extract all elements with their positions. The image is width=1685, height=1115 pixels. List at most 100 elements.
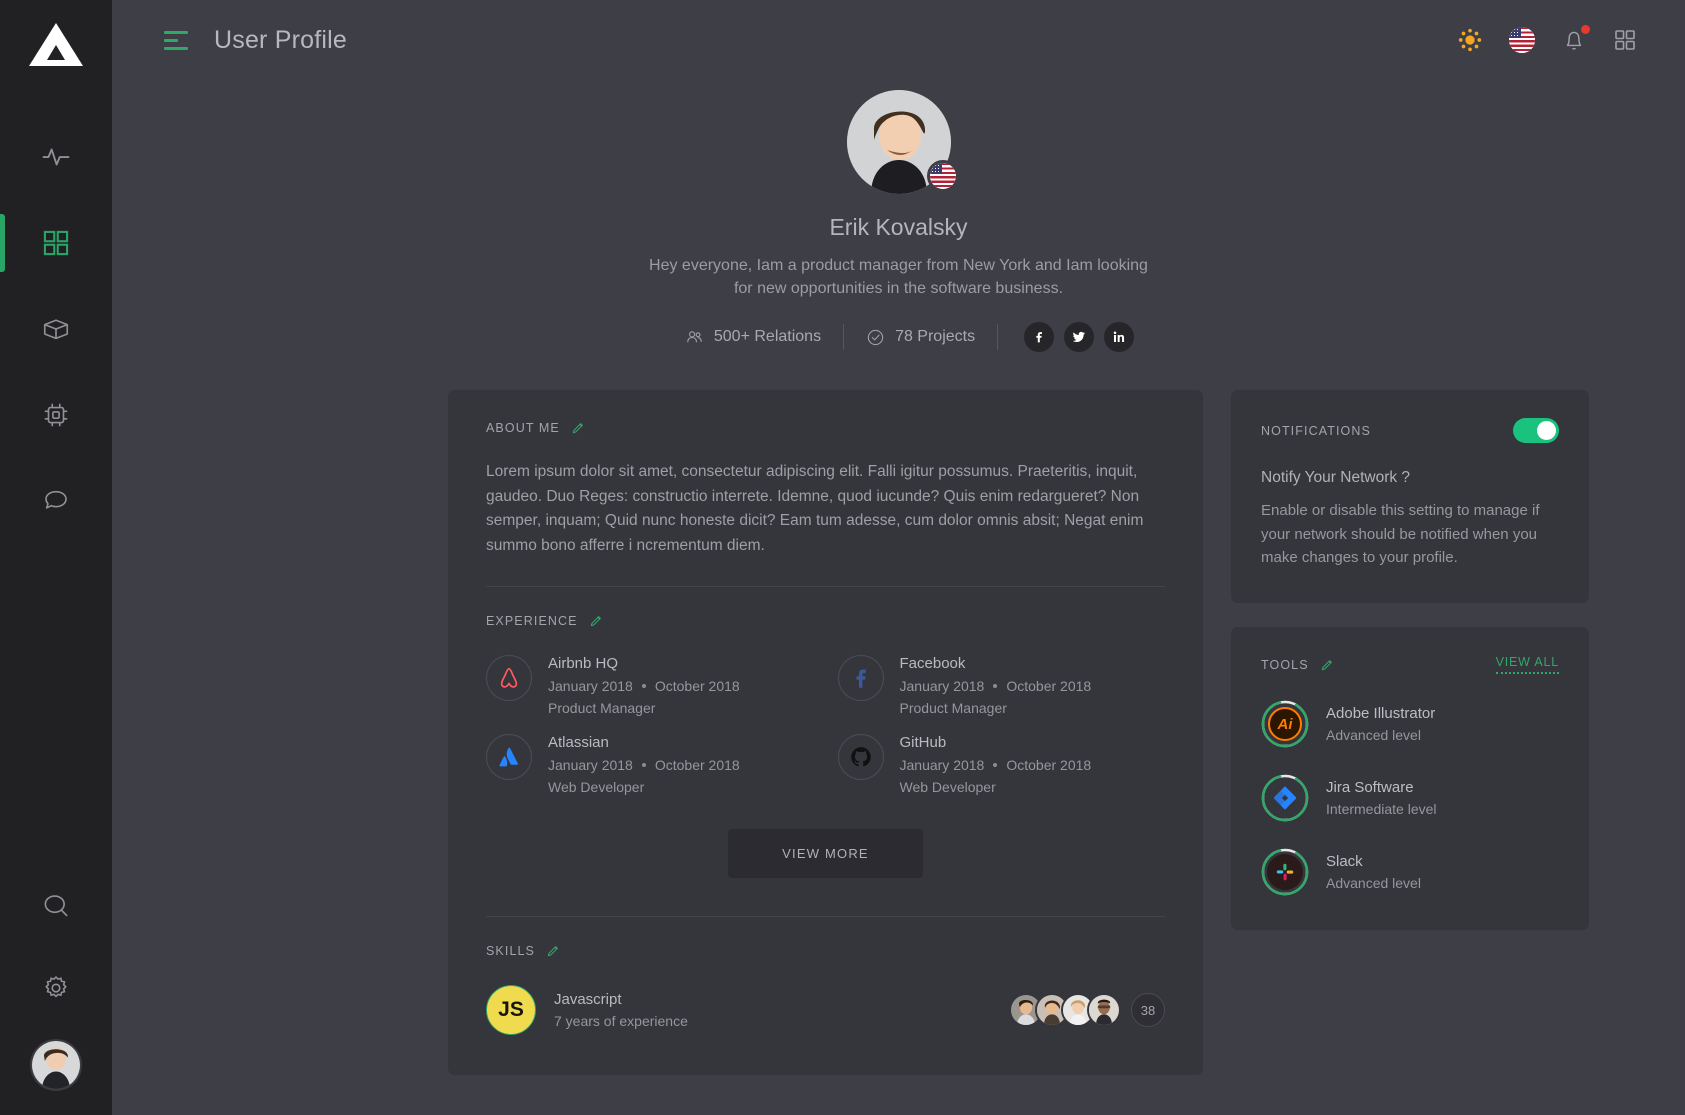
experience-end: October 2018 [654,757,740,774]
about-me-title: ABOUT ME [486,421,560,436]
sidebar-user-avatar[interactable] [30,1039,82,1091]
stat-projects-label: 78 Projects [895,328,976,346]
hamburger-icon[interactable] [164,30,188,50]
experience-item[interactable]: Airbnb HQ January 2018 October 2018 Prod… [486,655,814,716]
tool-item[interactable]: Jira Software Intermediate level [1261,774,1559,822]
tool-name: Adobe Illustrator [1326,705,1436,723]
experience-start: January 2018 [548,757,633,774]
tool-name: Slack [1326,853,1363,871]
notifications-toggle[interactable] [1513,418,1559,444]
twitter-icon[interactable] [1064,322,1095,353]
experience-role: Product Manager [899,700,1007,717]
pencil-icon[interactable] [588,613,604,629]
experience-item[interactable]: GitHub January 2018 October 2018 Web Dev… [837,734,1166,795]
endorser-count-badge[interactable]: 38 [1131,993,1165,1028]
skills-title: SKILLS [486,944,535,959]
about-me-text: Lorem ipsum dolor sit amet, consectetur … [486,463,1144,554]
experience-role: Web Developer [548,779,645,796]
tool-item[interactable]: Slack Advanced level [1261,848,1559,896]
gear-icon [45,976,67,998]
triangle-logo[interactable] [27,20,85,70]
notifications-bell-icon[interactable] [1561,25,1590,53]
profile-header: Erik Kovalsky Hey everyone, Iam a produc… [112,80,1685,353]
linkedin-icon[interactable] [1104,322,1135,353]
box-icon [43,319,69,340]
tools-title: TOOLS [1261,657,1309,672]
experience-end: October 2018 [1006,678,1092,695]
tool-progress-ring [1261,848,1309,896]
view-more-button[interactable]: VIEW MORE [728,829,923,879]
profile-details-card: ABOUT ME Lorem ipsum dolor sit amet, con… [448,390,1203,1076]
tool-progress-ring [1261,774,1309,822]
main-content: User Profile Erik Kovalsky Hey everyone,… [112,0,1685,1115]
tool-name: Jira Software [1326,779,1414,797]
topbar-left: User Profile [164,26,347,55]
chat-icon [45,490,67,509]
skills-header: SKILLS [486,943,1165,959]
check-circle-icon [867,329,884,346]
stat-relations[interactable]: 500+ Relations [663,328,843,347]
sidebar-item-packages[interactable] [0,286,112,372]
tools-card: TOOLS VIEW ALL Ai Adobe Illustrator Adva… [1231,627,1589,931]
experience-dates: January 2018 October 2018 [548,757,740,773]
github-logo [837,734,884,781]
sidebar [0,0,112,1115]
notifications-card: NOTIFICATIONS Notify Your Network ? Enab… [1231,390,1589,604]
brightness-icon[interactable] [1457,27,1483,53]
sidebar-item-search[interactable] [0,865,112,947]
stat-projects[interactable]: 78 Projects [844,328,997,347]
profile-stats: 500+ Relations 78 Projects [112,322,1685,353]
topbar: User Profile [112,0,1685,80]
experience-start: January 2018 [899,678,985,695]
javascript-icon: JS [486,985,536,1036]
language-flag-icon[interactable] [1509,27,1535,53]
pencil-icon[interactable] [545,943,561,959]
notifications-description: Enable or disable this setting to manage… [1261,502,1540,566]
endorser-avatar[interactable] [1087,993,1121,1028]
profile-name: Erik Kovalsky [829,214,968,240]
pencil-icon[interactable] [1319,657,1335,673]
app-root: User Profile Erik Kovalsky Hey everyone,… [0,0,1685,1115]
skill-item: JS Javascript 7 years of experience 38 [486,985,1165,1036]
skill-experience: 7 years of experience [554,1013,688,1030]
sidebar-item-dashboard[interactable] [0,200,112,286]
tool-level: Advanced level [1326,875,1421,892]
sidebar-item-settings[interactable] [0,947,112,1029]
sidebar-item-activity[interactable] [0,114,112,200]
date-separator-dot [641,684,646,689]
experience-list: Airbnb HQ January 2018 October 2018 Prod… [486,655,1165,795]
experience-company: Atlassian [548,734,609,752]
facebook-icon[interactable] [1024,322,1055,353]
people-icon [687,331,702,343]
toggle-knob [1537,421,1556,441]
date-separator-dot [993,684,998,689]
experience-end: October 2018 [654,678,740,695]
experience-company: Facebook [899,655,966,673]
grid-icon [43,230,69,256]
experience-company: Airbnb HQ [548,655,619,673]
date-separator-dot [641,763,646,768]
date-separator-dot [993,763,998,768]
view-all-link[interactable]: VIEW ALL [1495,655,1559,675]
sidebar-item-devices[interactable] [0,372,112,458]
sidebar-item-messages[interactable] [0,458,112,544]
notifications-question: Notify Your Network ? [1261,469,1411,487]
tool-item[interactable]: Ai Adobe Illustrator Advanced level [1261,700,1559,748]
skill-info: JS Javascript 7 years of experience [486,985,688,1036]
chip-icon [44,403,68,427]
tool-progress-ring: Ai [1261,700,1309,748]
experience-start: January 2018 [899,757,985,774]
facebook-logo [837,655,884,702]
experience-item[interactable]: Facebook January 2018 October 2018 Produ… [837,655,1166,717]
apps-grid-icon[interactable] [1613,28,1637,52]
pencil-icon[interactable] [570,420,586,436]
view-more-wrap: VIEW MORE [486,829,1165,879]
experience-item[interactable]: Atlassian January 2018 October 2018 Web … [486,734,814,795]
skill-name: Javascript [554,991,622,1009]
sidebar-bottom [0,865,112,1115]
experience-dates: January 2018 October 2018 [900,757,1092,773]
experience-title: EXPERIENCE [486,614,578,629]
stat-relations-label: 500+ Relations [713,328,822,346]
about-me-header: ABOUT ME [486,420,1165,436]
notifications-header: NOTIFICATIONS [1261,418,1559,444]
